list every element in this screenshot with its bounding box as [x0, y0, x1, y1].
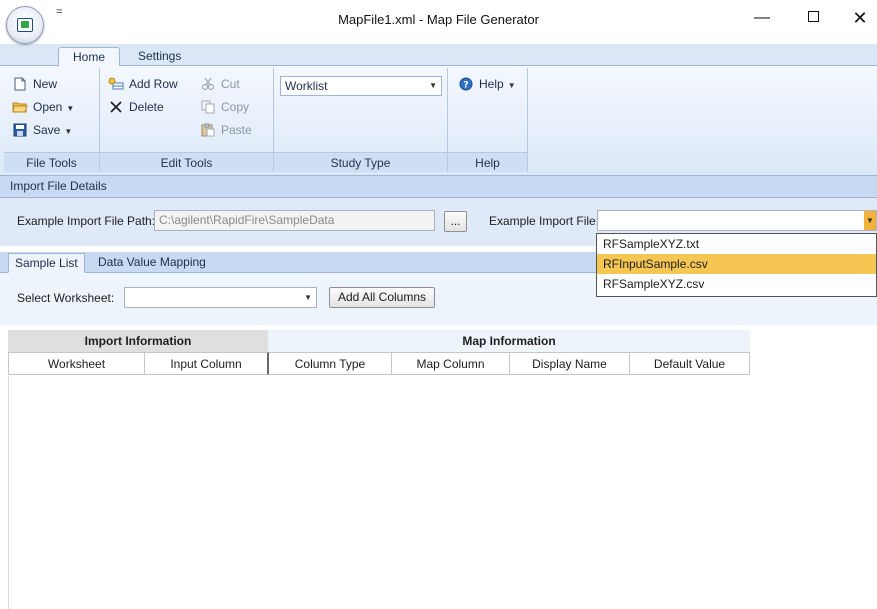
browse-button[interactable]: ...	[444, 211, 467, 232]
open-label: Open	[33, 100, 63, 114]
svg-text:?: ?	[463, 80, 468, 90]
grid-body[interactable]	[8, 376, 877, 609]
chevron-down-icon: ▼	[64, 127, 73, 136]
group-label-edit-tools: Edit Tools	[100, 152, 273, 172]
new-document-icon	[14, 77, 26, 91]
ribbon-tab-strip: Home Settings	[0, 44, 877, 67]
import-file-dropdown-list: RFSampleXYZ.txt RFInputSample.csv RFSamp…	[596, 233, 877, 297]
help-label: Help	[479, 77, 504, 91]
paste-clipboard-icon	[201, 123, 215, 137]
group-help: ? Help ▼ Help	[448, 68, 528, 172]
worksheet-select[interactable]: ▼	[124, 287, 317, 308]
save-label: Save	[33, 123, 61, 137]
dropdown-option-selected[interactable]: RFInputSample.csv	[597, 254, 876, 274]
new-label: New	[33, 77, 58, 91]
close-button[interactable]: ✕	[840, 4, 877, 32]
group-label-file-tools: File Tools	[4, 152, 99, 172]
copy-icon	[201, 100, 215, 114]
add-all-columns-button[interactable]: Add All Columns	[329, 287, 435, 308]
import-file-details-header: Import File Details	[0, 176, 877, 198]
group-file-tools: New Open ▼ Save ▼ File Tools	[4, 68, 100, 172]
add-row-button[interactable]: Add Row	[108, 74, 178, 94]
column-header-map-column[interactable]: Map Column	[392, 352, 510, 375]
study-type-select[interactable]: Worklist ▼	[280, 76, 442, 96]
group-study-type: Worklist ▼ Study Type	[274, 68, 448, 172]
delete-label: Delete	[129, 100, 164, 114]
tab-sample-list[interactable]: Sample List	[8, 253, 85, 273]
open-folder-icon	[12, 102, 28, 113]
group-edit-tools: Add Row Delete Cut Copy Paste Edit Tools	[100, 68, 274, 172]
column-header-default-value[interactable]: Default Value	[630, 352, 750, 375]
dropdown-option[interactable]: RFSampleXYZ.csv	[597, 274, 876, 294]
group-header-map: Map Information	[268, 330, 750, 352]
import-path-field[interactable]: C:\agilent\RapidFire\SampleData	[154, 210, 435, 231]
save-button[interactable]: Save ▼	[12, 120, 72, 140]
help-question-icon: ?	[459, 77, 473, 91]
chevron-down-icon: ▼	[429, 81, 437, 90]
chevron-down-icon: ▼	[304, 293, 312, 302]
save-disk-icon	[13, 123, 27, 137]
group-label-study-type: Study Type	[274, 152, 447, 172]
study-type-value: Worklist	[285, 79, 328, 93]
chevron-down-icon[interactable]: ▼	[864, 211, 876, 230]
tab-data-value-mapping[interactable]: Data Value Mapping	[92, 253, 212, 273]
group-label-help: Help	[448, 152, 527, 172]
open-button[interactable]: Open ▼	[12, 97, 74, 117]
delete-button[interactable]: Delete	[108, 97, 164, 117]
import-file-combobox[interactable]: ▼	[597, 210, 877, 231]
app-logo-icon	[17, 18, 33, 32]
paste-button[interactable]: Paste	[200, 120, 252, 140]
title-bar: = MapFile1.xml - Map File Generator — ✕	[0, 0, 877, 44]
import-file-label: Example Import File:	[489, 214, 600, 228]
import-path-label: Example Import File Path:	[17, 214, 156, 228]
minimize-button[interactable]: —	[742, 4, 782, 32]
delete-x-icon	[110, 101, 122, 113]
application-menu-button[interactable]	[6, 6, 44, 44]
column-header-display-name[interactable]: Display Name	[510, 352, 630, 375]
group-header-import: Import Information	[8, 330, 268, 352]
maximize-icon	[807, 10, 819, 22]
dropdown-option[interactable]: RFSampleXYZ.txt	[597, 234, 876, 254]
copy-label: Copy	[221, 100, 250, 114]
worksheet-label: Select Worksheet:	[17, 291, 115, 305]
add-row-icon	[108, 77, 124, 90]
maximize-button[interactable]	[793, 4, 833, 32]
column-header-column-type[interactable]: Column Type	[269, 352, 392, 375]
new-button[interactable]: New	[12, 74, 57, 94]
help-button[interactable]: ? Help ▼	[458, 74, 516, 94]
chevron-down-icon: ▼	[507, 81, 516, 90]
column-header-input-column[interactable]: Input Column	[145, 352, 269, 375]
tab-home[interactable]: Home	[58, 47, 121, 67]
tab-settings[interactable]: Settings	[124, 47, 195, 67]
column-header-worksheet[interactable]: Worksheet	[8, 352, 145, 375]
chevron-down-icon: ▼	[66, 104, 75, 113]
cut-button[interactable]: Cut	[200, 74, 240, 94]
copy-button[interactable]: Copy	[200, 97, 249, 117]
paste-label: Paste	[221, 123, 252, 137]
cut-label: Cut	[221, 77, 240, 91]
scissors-icon	[202, 77, 214, 90]
ribbon-panel: New Open ▼ Save ▼ File Tools Add Row Del…	[0, 66, 877, 176]
add-row-label: Add Row	[129, 77, 178, 91]
